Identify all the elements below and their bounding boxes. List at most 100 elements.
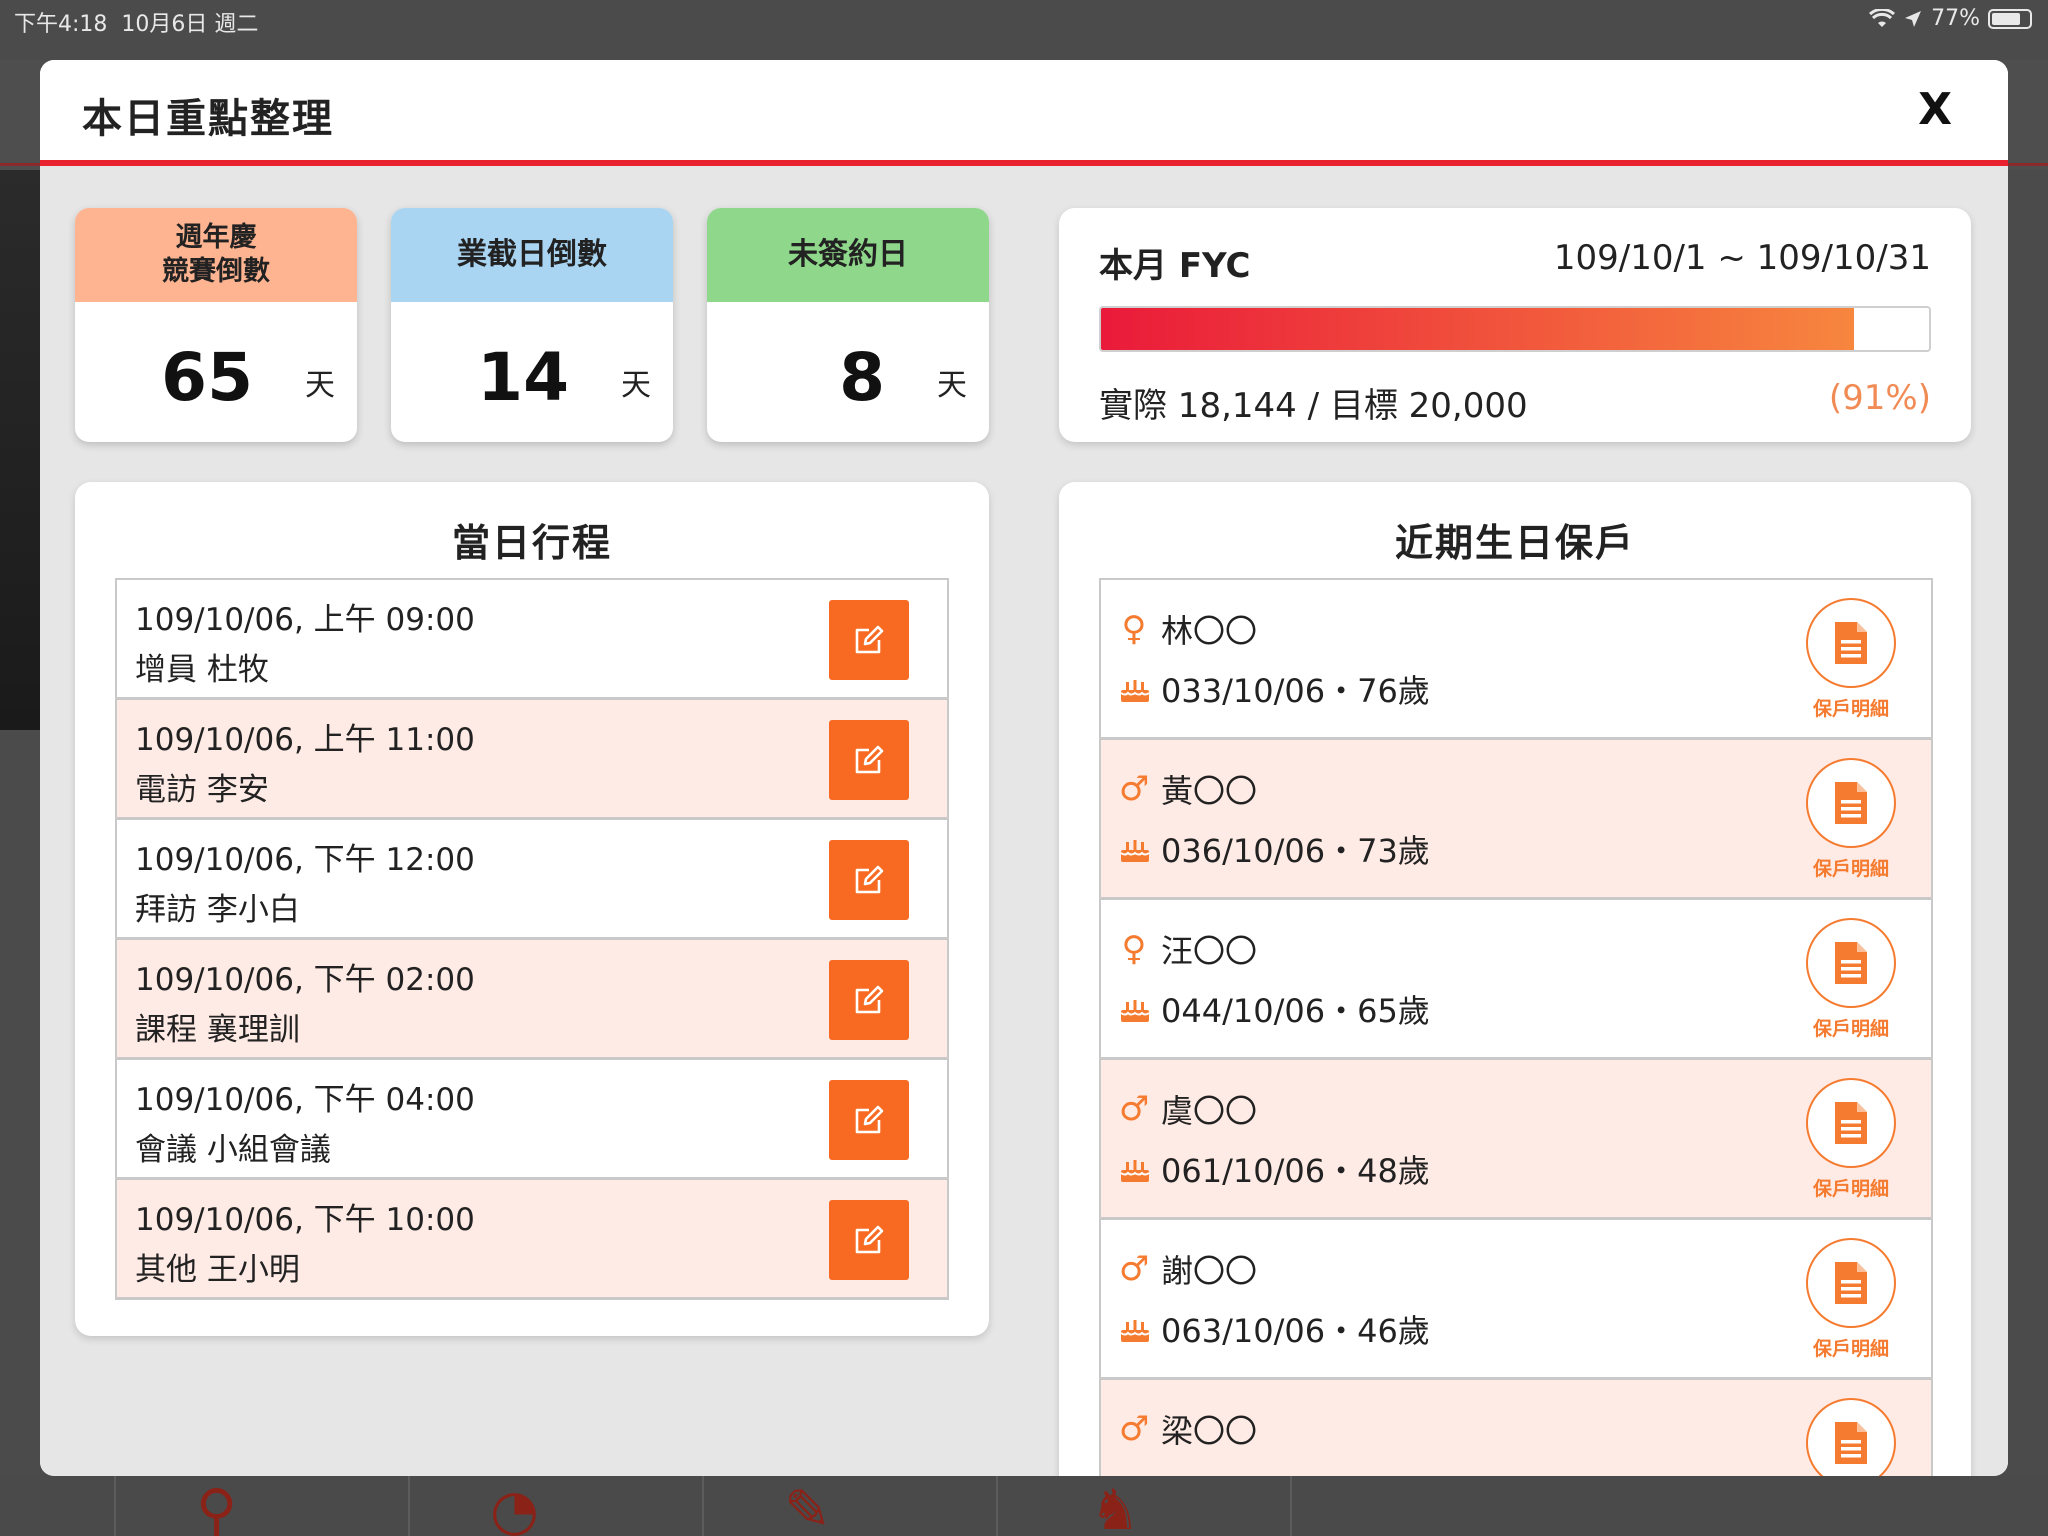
edit-schedule-button[interactable] [829, 600, 909, 680]
client-detail-button[interactable]: 保戶明細 [1805, 1238, 1897, 1361]
edit-icon [855, 985, 884, 1014]
client-birthday: 036/10/06・73歲 [1161, 832, 1430, 870]
background-photo [0, 170, 40, 730]
schedule-row: 109/10/06, 下午 10:00 其他 王小明 [117, 1180, 947, 1300]
document-icon-circle [1806, 1398, 1896, 1476]
birthday-title: 近期生日保戶 [1394, 521, 1635, 565]
schedule-time: 109/10/06, 下午 12:00 [135, 842, 475, 878]
daily-summary-modal: 本日重點整理 X 週年慶 競賽倒數 65 天 業截日倒數 14 天 未簽約日 8… [40, 60, 2008, 1476]
document-icon-circle [1806, 1078, 1896, 1168]
fyc-card: 本月 FYC 109/10/1 ~ 109/10/31 實際 18,144 / … [1059, 208, 1971, 442]
edit-schedule-button[interactable] [829, 720, 909, 800]
edit-icon [855, 625, 884, 654]
fyc-progress-bar [1099, 306, 1931, 352]
edit-schedule-button[interactable] [829, 960, 909, 1040]
fyc-percent: (91%) [1828, 378, 1931, 418]
birthday-row: ♂ 謝〇〇 063/10/06・46歲 保戶明細 [1101, 1220, 1931, 1380]
close-button[interactable]: X [1918, 84, 1952, 135]
client-birthday-line: 061/10/06・48歲 [1119, 1146, 1430, 1192]
client-name-line: ♂ 謝〇〇 [1119, 1246, 1257, 1292]
unsigned-days-unit: 天 [937, 368, 967, 403]
client-detail-button[interactable]: 保戶明細 [1805, 918, 1897, 1041]
edit-schedule-button[interactable] [829, 1200, 909, 1280]
anniversary-countdown-unit: 天 [305, 368, 335, 403]
battery-percent: 77% [1931, 6, 1980, 31]
document-icon [1835, 1102, 1867, 1144]
client-birthday-line: 036/10/06・73歲 [1119, 826, 1430, 872]
schedule-description: 課程 襄理訓 [135, 1012, 300, 1048]
birthday-row: ♀ 林〇〇 033/10/06・76歲 保戶明細 [1101, 580, 1931, 740]
edit-schedule-button[interactable] [829, 1080, 909, 1160]
client-detail-label: 保戶明細 [1812, 858, 1889, 880]
female-icon: ♀ [1121, 929, 1147, 969]
schedule-description: 其他 王小明 [135, 1252, 300, 1288]
anniversary-countdown-value: 65 [161, 339, 253, 416]
client-name: 謝〇〇 [1161, 1252, 1258, 1290]
status-clock: 下午4:18 [14, 12, 108, 37]
unsigned-days-label: 未簽約日 [707, 208, 989, 302]
schedule-title: 當日行程 [451, 521, 612, 565]
document-icon-circle [1806, 918, 1896, 1008]
client-name-line: ♂ 黃〇〇 [1119, 766, 1257, 812]
client-name-line: ♀ 汪〇〇 [1119, 926, 1257, 972]
birthday-row: ♀ 汪〇〇 044/10/06・65歲 保戶明細 [1101, 900, 1931, 1060]
client-detail-button[interactable]: 保戶明細 [1805, 598, 1897, 721]
client-detail-button[interactable]: 保戶明細 [1805, 1078, 1897, 1201]
anniversary-countdown-card[interactable]: 週年慶 競賽倒數 65 天 [75, 208, 357, 442]
schedule-row: 109/10/06, 下午 12:00 拜訪 李小白 [117, 820, 947, 940]
schedule-time: 109/10/06, 上午 11:00 [135, 722, 475, 758]
client-birthday-line: 033/10/06・76歲 [1119, 666, 1430, 712]
birthday-row: ♂ 虞〇〇 061/10/06・48歲 保戶明細 [1101, 1060, 1931, 1220]
unsigned-days-value: 8 [839, 339, 885, 416]
client-detail-button[interactable]: 保戶明細 [1805, 1398, 1897, 1476]
deadline-countdown-label: 業截日倒數 [391, 208, 673, 302]
unsigned-days-card[interactable]: 未簽約日 8 天 [707, 208, 989, 442]
battery-icon [1988, 8, 2032, 29]
modal-title: 本日重點整理 [82, 96, 334, 142]
modal-body: 週年慶 競賽倒數 65 天 業截日倒數 14 天 未簽約日 8 天 本月 FYC… [40, 166, 2008, 1476]
status-bar: 下午4:18 10月6日 週二 77% [0, 0, 2048, 40]
schedule-row: 109/10/06, 上午 11:00 電訪 李安 [117, 700, 947, 820]
cake-icon [1120, 840, 1150, 862]
deadline-countdown-card[interactable]: 業截日倒數 14 天 [391, 208, 673, 442]
schedule-row: 109/10/06, 下午 04:00 會議 小組會議 [117, 1060, 947, 1180]
client-name: 梁〇〇 [1161, 1412, 1258, 1450]
male-icon: ♂ [1119, 1409, 1150, 1449]
background-tab-icon: ♞ [1090, 1478, 1141, 1536]
male-icon: ♂ [1119, 769, 1150, 809]
cake-icon [1120, 680, 1150, 702]
fyc-actual-vs-target: 實際 18,144 / 目標 20,000 [1099, 386, 1528, 426]
schedule-description: 電訪 李安 [135, 772, 269, 808]
birthday-panel: 近期生日保戶 ♀ 林〇〇 033/10/06・76歲 保戶明細 ♂ 黃〇〇 03… [1059, 482, 1971, 1476]
anniversary-countdown-label: 週年慶 競賽倒數 [75, 208, 357, 302]
document-icon-circle [1806, 758, 1896, 848]
document-icon [1835, 1422, 1867, 1464]
client-detail-button[interactable]: 保戶明細 [1805, 758, 1897, 881]
client-detail-label: 保戶明細 [1812, 698, 1889, 720]
edit-schedule-button[interactable] [829, 840, 909, 920]
schedule-description: 會議 小組會議 [135, 1132, 331, 1168]
schedule-description: 增員 杜牧 [135, 652, 269, 688]
edit-icon [855, 745, 884, 774]
cake-icon [1120, 1160, 1150, 1182]
edit-icon [855, 1105, 884, 1134]
schedule-row: 109/10/06, 下午 02:00 課程 襄理訓 [117, 940, 947, 1060]
modal-header: 本日重點整理 X [40, 60, 2008, 162]
fyc-progress-fill [1101, 308, 1855, 350]
schedule-time: 109/10/06, 下午 04:00 [135, 1082, 475, 1118]
client-birthday: 063/10/06・46歲 [1161, 1312, 1430, 1350]
schedule-time: 109/10/06, 下午 10:00 [135, 1202, 475, 1238]
male-icon: ♂ [1119, 1089, 1150, 1129]
document-icon-circle [1806, 1238, 1896, 1328]
edit-icon [855, 1225, 884, 1254]
schedule-row: 109/10/06, 上午 09:00 增員 杜牧 [117, 580, 947, 700]
client-birthday: 044/10/06・65歲 [1161, 992, 1430, 1030]
client-name: 汪〇〇 [1161, 932, 1258, 970]
client-name-line: ♂ 虞〇〇 [1119, 1086, 1257, 1132]
client-detail-label: 保戶明細 [1812, 1018, 1889, 1040]
client-detail-label: 保戶明細 [1812, 1178, 1889, 1200]
document-icon [1835, 1262, 1867, 1304]
cake-icon [1120, 1000, 1150, 1022]
document-icon [1835, 942, 1867, 984]
schedule-description: 拜訪 李小白 [135, 892, 300, 928]
